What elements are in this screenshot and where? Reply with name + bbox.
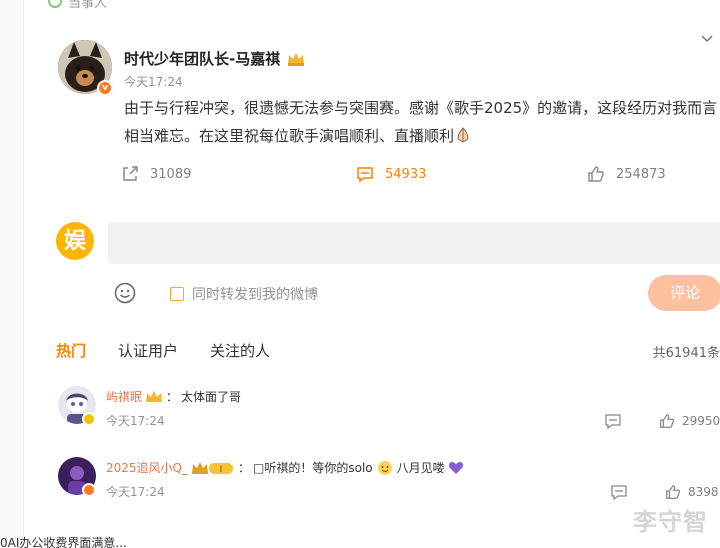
verified-badge-icon: v (97, 80, 113, 96)
comment-time: 今天17:24 (106, 485, 165, 499)
tab-following[interactable]: 关注的人 (210, 340, 270, 361)
comment-count: 54933 (385, 166, 427, 182)
comment-like-count: 29950 (682, 414, 720, 428)
location-pin-icon (48, 0, 62, 8)
forward-label: 同时转发到我的微博 (192, 287, 318, 303)
comment-input[interactable] (108, 222, 720, 264)
comment-like[interactable]: 8398 (664, 483, 719, 501)
comment-line: 屿祺眠 ： 太体面了哥 (106, 388, 241, 405)
party-emoji-icon (377, 460, 392, 475)
post-author: 时代少年团队长-马嘉祺 (124, 48, 306, 69)
repost-count: 31089 (150, 166, 192, 182)
svg-text:I: I (220, 465, 223, 475)
comment-sep: ： (238, 461, 251, 475)
verified-badge-icon (82, 483, 96, 497)
party-tag-label: 当事人 (68, 0, 108, 11)
footer-link[interactable]: 0AI办公收费界面满意... (0, 534, 127, 548)
comment-like[interactable]: 29950 (658, 412, 720, 430)
thumbs-up-icon (660, 414, 675, 428)
crown-badge-icon (288, 52, 305, 66)
submit-comment-button[interactable]: 评论 (648, 275, 720, 311)
post-text-content: 由于与行程冲突，很遗憾无法参与突围赛。感谢《歌手2025》的邀请，这段经历对我而… (124, 99, 718, 145)
like-count: 254873 (616, 166, 666, 182)
praying-hands-emoji-icon (457, 127, 469, 143)
member-badge-icon (82, 412, 96, 426)
comment-total: 共61941条 (652, 346, 720, 361)
comment-action[interactable]: 54933 (355, 164, 426, 184)
crown-badge-icon (146, 390, 163, 402)
reply-icon[interactable] (604, 412, 622, 430)
watermark: 李守智 (633, 508, 708, 536)
comment-sep: ： (166, 390, 179, 404)
commenter-name[interactable]: 屿祺眠 (106, 388, 142, 405)
commenter-name[interactable]: 2025追风小Q_ (106, 459, 188, 476)
comment-line: 2025追风小Q_ I ： □听祺的！等你的solo 八月见喽 (106, 459, 464, 476)
reply-icon[interactable] (610, 483, 628, 501)
post-text: 由于与行程冲突，很遗憾无法参与突围赛。感谢《歌手2025》的邀请，这段经历对我而… (124, 94, 720, 150)
forward-checkbox[interactable] (170, 287, 184, 301)
left-rail (0, 0, 24, 548)
comment-text: □听祺的！等你的solo (253, 461, 373, 475)
like-action[interactable]: 254873 (586, 164, 666, 184)
comment-like-count: 8398 (688, 485, 719, 499)
thumbs-up-icon (666, 485, 681, 499)
repost-icon (123, 166, 138, 181)
emoji-picker-icon[interactable] (114, 282, 136, 304)
tab-hot[interactable]: 热门 (56, 340, 86, 361)
comment-time: 今天17:24 (106, 414, 165, 428)
comment-icon (357, 167, 373, 183)
comment-text-tail: 八月见喽 (396, 461, 445, 475)
level-badge-icon: I (192, 461, 233, 475)
my-avatar: 娱 (56, 222, 94, 260)
party-tag: 当事人 (48, 0, 108, 11)
comment-tabs: 热门 认证用户 关注的人 (56, 340, 270, 361)
purple-heart-icon (448, 461, 463, 474)
chevron-down-icon[interactable] (700, 32, 714, 46)
post-time: 今天17:24 (124, 75, 183, 89)
tab-verified[interactable]: 认证用户 (118, 340, 178, 361)
repost-action[interactable]: 31089 (120, 164, 191, 184)
comment-text: 太体面了哥 (181, 390, 242, 404)
thumbs-up-icon (588, 166, 604, 182)
author-name[interactable]: 时代少年团队长-马嘉祺 (124, 48, 280, 69)
forward-option[interactable]: 同时转发到我的微博 (170, 284, 318, 304)
